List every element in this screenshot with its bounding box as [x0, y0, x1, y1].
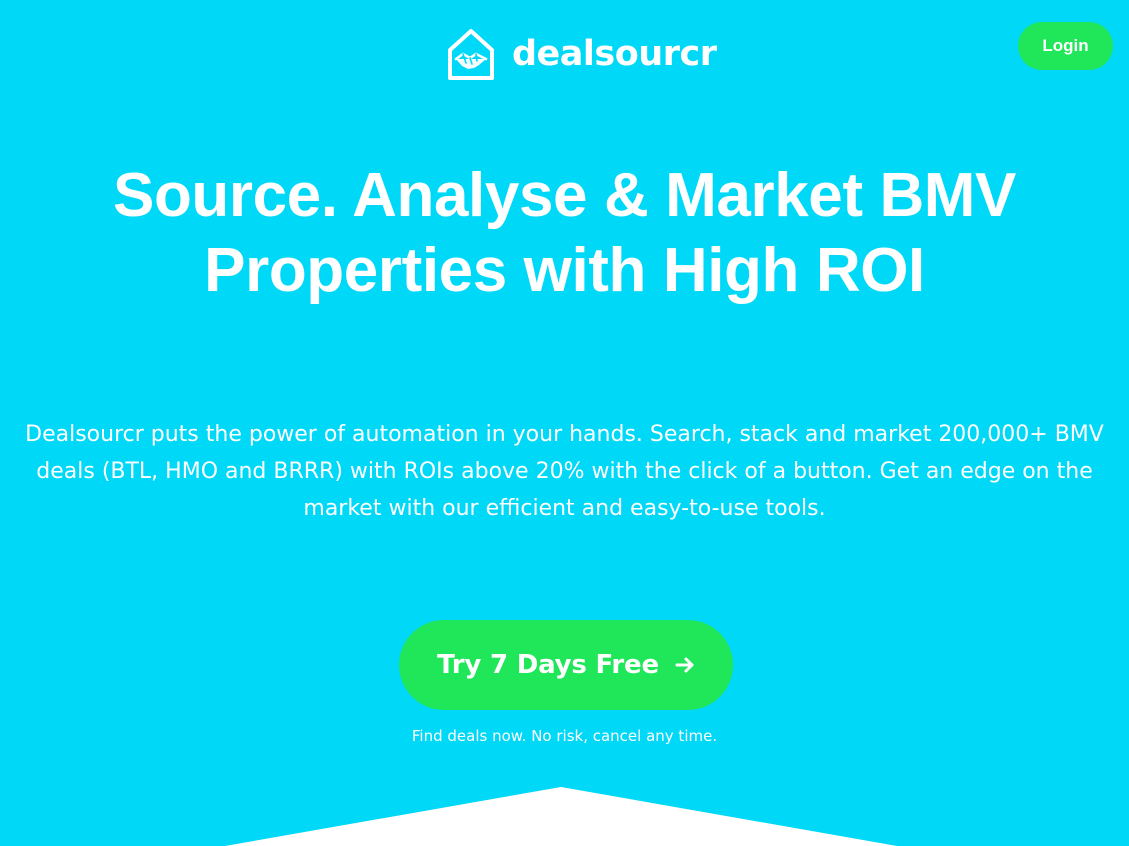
- brand-name: dealsourcr: [512, 33, 717, 74]
- site-header: dealsourcr Login: [0, 0, 1129, 100]
- login-button[interactable]: Login: [1018, 22, 1113, 70]
- landing-page: dealsourcr Login Source. Analyse & Marke…: [0, 0, 1129, 846]
- cta-note: Find deals now. No risk, cancel any time…: [411, 727, 718, 745]
- headline-line-1: Source. Analyse & Market BMV: [112, 161, 1017, 230]
- brand-link[interactable]: dealsourcr: [446, 28, 717, 82]
- headline-line-2: Properties with High ROI: [204, 236, 925, 305]
- try-free-button[interactable]: Try 7 Days Free: [399, 620, 733, 710]
- section-divider-shape: [225, 787, 897, 846]
- hero-intro-text: Dealsourcr puts the power of automation …: [25, 422, 1104, 521]
- try-free-button-label: Try 7 Days Free: [437, 650, 659, 680]
- handshake-house-icon: [448, 29, 494, 80]
- arrow-right-icon: [675, 657, 694, 673]
- page-title: Source. Analyse & Market BMV Properties …: [40, 158, 1089, 308]
